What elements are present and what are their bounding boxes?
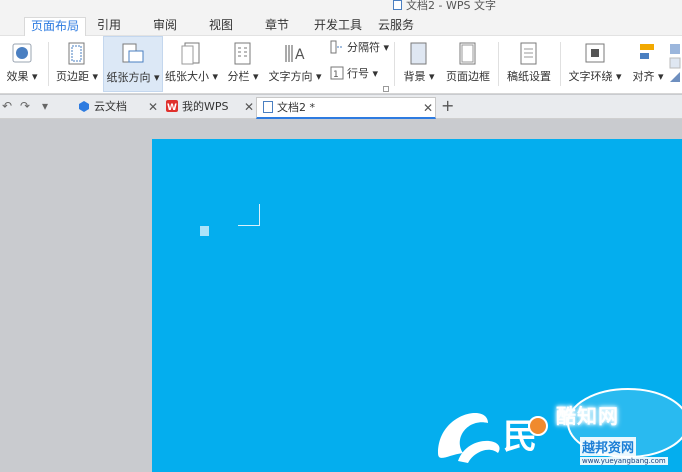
align-button[interactable]: 对齐 ▾ bbox=[630, 36, 666, 92]
align-label: 对齐 bbox=[632, 70, 655, 83]
tab-document-2[interactable]: 文档2 * ✕ bbox=[256, 97, 436, 119]
tab-label: 文档2 * bbox=[277, 101, 315, 114]
title-bar: 文档2 - WPS 文字 bbox=[0, 0, 682, 14]
undo-icon[interactable]: ↶ bbox=[2, 99, 12, 113]
orientation-button[interactable]: 纸张方向 ▾ bbox=[103, 36, 163, 92]
tab-developer[interactable]: 开发工具 bbox=[308, 17, 368, 37]
tab-section[interactable]: 章节 bbox=[259, 17, 295, 37]
watermark-url: www.yueyangbang.com bbox=[580, 457, 668, 465]
menu-bar: 页面布局 引用 审阅 视图 章节 开发工具 云服务 bbox=[0, 14, 682, 37]
text-wrap-label: 文字环绕 bbox=[568, 70, 613, 83]
page-border-button[interactable]: 页面边框 bbox=[442, 36, 494, 92]
margin-corner-mark bbox=[238, 204, 260, 226]
cloud-docs-icon bbox=[79, 101, 89, 112]
line-numbers-icon: 1 bbox=[330, 66, 344, 80]
line-numbers-button[interactable]: 1 行号 ▾ bbox=[330, 65, 378, 83]
effects-button[interactable]: 效果 ▾ bbox=[0, 36, 44, 92]
orientation-icon bbox=[122, 43, 144, 63]
close-icon[interactable]: ✕ bbox=[148, 97, 158, 117]
background-icon bbox=[410, 42, 427, 65]
margins-button[interactable]: 页边距 ▾ bbox=[52, 36, 102, 92]
manuscript-label: 稿纸设置 bbox=[507, 70, 551, 83]
window-title-text: 文档2 - WPS 文字 bbox=[406, 0, 496, 12]
effects-label: 效果 bbox=[6, 70, 29, 83]
document-tab-bar: ↶ ↷ ▾ 云文档 ✕ W 我的WPS ✕ 文档2 * ✕ + bbox=[0, 95, 682, 119]
document-icon bbox=[263, 101, 273, 113]
breaks-button[interactable]: 分隔符 ▾ bbox=[330, 39, 389, 57]
window-title: 文档2 - WPS 文字 bbox=[393, 0, 496, 13]
tab-references[interactable]: 引用 bbox=[91, 17, 127, 37]
divider bbox=[394, 42, 395, 86]
close-icon[interactable]: ✕ bbox=[244, 97, 254, 117]
redo-icon[interactable]: ↷ bbox=[20, 99, 30, 113]
tab-label: 云文档 bbox=[94, 100, 127, 113]
background-button[interactable]: 背景 ▾ bbox=[400, 36, 438, 92]
svg-text:A: A bbox=[295, 47, 305, 63]
paper-size-icon bbox=[181, 42, 200, 65]
group-icon[interactable] bbox=[668, 44, 682, 87]
svg-text:1: 1 bbox=[333, 70, 339, 80]
manuscript-settings-button[interactable]: 稿纸设置 bbox=[503, 36, 555, 92]
paragraph-mark-icon bbox=[200, 226, 209, 236]
breaks-icon bbox=[330, 40, 343, 54]
divider bbox=[560, 42, 561, 86]
add-tab-icon[interactable]: + bbox=[441, 96, 454, 115]
page-border-icon bbox=[459, 42, 476, 65]
text-wrap-button[interactable]: 文字环绕 ▾ bbox=[564, 36, 626, 92]
tab-my-wps[interactable]: W 我的WPS ✕ bbox=[160, 97, 256, 119]
background-label: 背景 bbox=[403, 70, 426, 83]
tab-cloud-service[interactable]: 云服务 bbox=[372, 17, 420, 37]
page-setup-launcher-icon[interactable] bbox=[383, 86, 389, 92]
margins-icon bbox=[68, 42, 85, 65]
tab-view[interactable]: 视图 bbox=[203, 17, 239, 37]
tab-cloud-docs[interactable]: 云文档 ✕ bbox=[72, 97, 160, 119]
divider bbox=[48, 42, 49, 86]
manuscript-icon bbox=[520, 42, 537, 65]
document-icon bbox=[393, 0, 402, 10]
wps-logo-icon: W bbox=[166, 100, 178, 113]
breaks-label: 分隔符 bbox=[347, 41, 380, 54]
text-wrap-icon bbox=[585, 43, 605, 63]
text-direction-icon: A bbox=[285, 45, 305, 63]
chevron-down-icon[interactable]: ▾ bbox=[42, 99, 48, 113]
paper-size-button[interactable]: 纸张大小 ▾ bbox=[165, 36, 218, 92]
orientation-label: 纸张方向 bbox=[106, 71, 151, 84]
close-icon[interactable]: ✕ bbox=[423, 98, 433, 118]
columns-label: 分栏 bbox=[227, 70, 250, 83]
page-border-label: 页面边框 bbox=[446, 70, 490, 83]
watermark-brand: 酷知网 bbox=[556, 404, 619, 428]
watermark-subtitle: 越邦资网 bbox=[580, 437, 637, 456]
line-numbers-label: 行号 bbox=[347, 67, 369, 80]
tab-label: 我的WPS bbox=[182, 100, 229, 113]
divider bbox=[498, 42, 499, 86]
text-direction-button[interactable]: A 文字方向 ▾ bbox=[266, 36, 324, 92]
tab-review[interactable]: 审阅 bbox=[147, 17, 183, 37]
margins-label: 页边距 bbox=[55, 70, 89, 83]
align-icon bbox=[640, 44, 654, 59]
paper-size-label: 纸张大小 bbox=[165, 70, 209, 83]
tab-page-layout[interactable]: 页面布局 bbox=[24, 17, 87, 37]
text-direction-label: 文字方向 bbox=[268, 70, 313, 83]
columns-icon bbox=[234, 42, 251, 65]
columns-button[interactable]: 分栏 ▾ bbox=[222, 36, 264, 92]
ribbon: 效果 ▾ 页边距 ▾ 纸张方向 ▾ 纸张大小 ▾ 分栏 ▾ A 文字方向 ▾ 分… bbox=[0, 36, 682, 94]
effects-icon bbox=[12, 43, 32, 63]
svg-text:W: W bbox=[167, 103, 177, 112]
